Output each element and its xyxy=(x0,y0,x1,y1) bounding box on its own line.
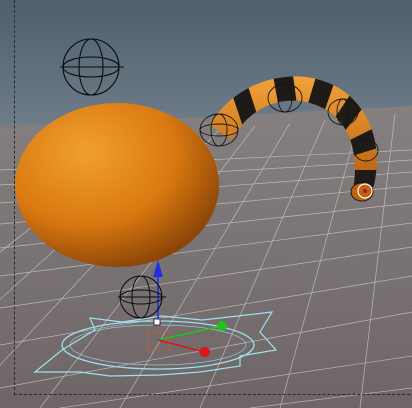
egg-object[interactable] xyxy=(15,103,219,267)
3d-viewport[interactable] xyxy=(0,0,412,408)
